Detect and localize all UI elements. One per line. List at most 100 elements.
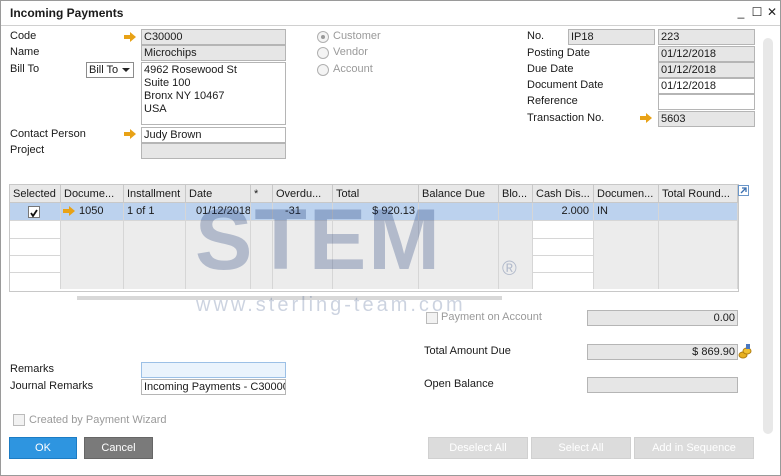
posting-date-field[interactable]: 01/12/2018	[658, 46, 755, 62]
payment-on-account-checkbox[interactable]	[426, 312, 438, 324]
empty-cell[interactable]	[61, 255, 124, 272]
doc-type-cell[interactable]: IN	[594, 203, 659, 220]
watermark-logo: STEM	[195, 192, 442, 288]
project-label: Project	[10, 144, 45, 156]
empty-cell[interactable]	[499, 221, 533, 238]
empty-cell[interactable]	[659, 238, 738, 255]
transaction-link-arrow-icon[interactable]	[640, 113, 652, 123]
code-link-arrow-icon[interactable]	[124, 32, 136, 42]
empty-cell[interactable]	[10, 255, 61, 272]
open-balance-field[interactable]	[587, 377, 738, 393]
created-by-wizard-checkbox[interactable]	[13, 414, 25, 426]
empty-cell[interactable]	[10, 221, 61, 238]
empty-cell[interactable]	[594, 238, 659, 255]
blocked-cell[interactable]	[499, 203, 533, 220]
selected-cell[interactable]	[10, 203, 61, 220]
maximize-button[interactable]: ☐	[750, 4, 764, 20]
empty-cell[interactable]	[124, 272, 186, 289]
due-date-field[interactable]: 01/12/2018	[658, 62, 755, 78]
ok-button[interactable]: OK	[9, 437, 77, 459]
code-field[interactable]: C30000	[141, 29, 286, 45]
payment-on-account-label: Payment on Account	[441, 311, 542, 323]
document-date-field[interactable]: 01/12/2018	[658, 78, 755, 94]
empty-cell[interactable]	[594, 272, 659, 289]
no-label: No.	[527, 30, 545, 42]
empty-cell[interactable]	[533, 238, 594, 255]
total-amount-due-field[interactable]: $ 869.90	[587, 344, 738, 360]
close-button[interactable]: ✕	[765, 4, 779, 20]
total-rounding-cell[interactable]	[659, 203, 738, 220]
column-header[interactable]: Selected	[10, 185, 61, 203]
checkmark-icon	[30, 209, 38, 218]
title-bar: Incoming Payments _ ☐ ✕	[1, 1, 780, 26]
expand-table-icon[interactable]	[738, 185, 749, 196]
empty-cell[interactable]	[10, 238, 61, 255]
journal-remarks-field[interactable]: Incoming Payments - C30000	[141, 379, 286, 395]
empty-cell[interactable]	[61, 221, 124, 238]
vendor-radio-label: Vendor	[333, 46, 368, 58]
name-field[interactable]: Microchips	[141, 45, 286, 61]
bill-to-select[interactable]: Bill To	[86, 62, 134, 78]
add-in-sequence-button[interactable]: Add in Sequence	[634, 437, 754, 459]
contact-link-arrow-icon[interactable]	[124, 129, 136, 139]
column-header[interactable]: Docume...	[61, 185, 124, 203]
vertical-scrollbar[interactable]	[763, 38, 773, 434]
column-header[interactable]: Cash Dis...	[533, 185, 594, 203]
row-selected-checkbox[interactable]	[28, 206, 40, 218]
document-number: 1050	[79, 205, 104, 217]
empty-cell[interactable]	[499, 238, 533, 255]
empty-cell[interactable]	[533, 221, 594, 238]
empty-cell[interactable]	[124, 255, 186, 272]
installment-cell[interactable]: 1 of 1	[124, 203, 186, 220]
open-balance-label: Open Balance	[424, 378, 494, 390]
cash-discount-cell[interactable]: 2.000	[533, 203, 594, 220]
empty-cell[interactable]	[533, 272, 594, 289]
code-label: Code	[10, 30, 37, 42]
watermark-registered: ®	[502, 258, 517, 280]
empty-cell[interactable]	[124, 238, 186, 255]
transaction-no-field[interactable]: 5603	[658, 111, 755, 127]
empty-cell[interactable]	[61, 272, 124, 289]
select-all-button[interactable]: Select All	[531, 437, 631, 459]
empty-cell[interactable]	[10, 272, 61, 289]
column-header[interactable]: Installment	[124, 185, 186, 203]
document-cell[interactable]: 1050	[61, 203, 124, 220]
column-header[interactable]: Total Round...	[659, 185, 738, 203]
empty-cell[interactable]	[659, 255, 738, 272]
column-header[interactable]: Documen...	[594, 185, 659, 203]
doc-number-field[interactable]: 223	[658, 29, 755, 45]
customer-radio-label: Customer	[333, 30, 381, 42]
contact-person-field[interactable]: Judy Brown	[141, 127, 286, 143]
window-title: Incoming Payments	[10, 6, 124, 20]
column-header[interactable]: Blo...	[499, 185, 533, 203]
minimize-button[interactable]: _	[734, 4, 748, 20]
remarks-field[interactable]	[141, 362, 286, 378]
address-line: 4962 Rosewood St	[144, 64, 237, 76]
due-date-label: Due Date	[527, 63, 574, 75]
vendor-radio[interactable]	[317, 47, 329, 59]
posting-date-label: Posting Date	[527, 47, 590, 59]
project-field[interactable]	[141, 143, 286, 159]
reference-field[interactable]	[658, 94, 755, 110]
coins-icon[interactable]	[738, 343, 752, 359]
document-link-arrow-icon[interactable]	[63, 206, 75, 216]
bill-to-address[interactable]: 4962 Rosewood St Suite 100 Bronx NY 1046…	[141, 62, 286, 125]
empty-cell[interactable]	[594, 255, 659, 272]
payment-on-account-field[interactable]: 0.00	[587, 310, 738, 326]
empty-cell[interactable]	[594, 221, 659, 238]
address-line: Suite 100	[144, 77, 191, 89]
empty-cell[interactable]	[659, 221, 738, 238]
empty-cell[interactable]	[533, 255, 594, 272]
empty-cell[interactable]	[659, 272, 738, 289]
cancel-button[interactable]: Cancel	[84, 437, 153, 459]
customer-radio[interactable]	[317, 31, 329, 43]
created-by-wizard-label: Created by Payment Wizard	[29, 414, 167, 426]
deselect-all-button[interactable]: Deselect All	[428, 437, 528, 459]
series-field[interactable]: IP18	[568, 29, 655, 45]
empty-cell[interactable]	[61, 238, 124, 255]
empty-cell[interactable]	[124, 221, 186, 238]
chevron-down-icon	[122, 68, 130, 72]
account-radio[interactable]	[317, 64, 329, 76]
total-amount-due-label: Total Amount Due	[424, 345, 511, 357]
document-date-label: Document Date	[527, 79, 604, 91]
